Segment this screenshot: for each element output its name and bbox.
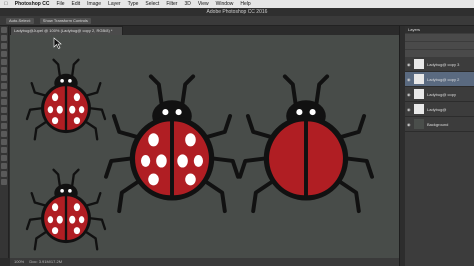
menu-type[interactable]: Type <box>128 1 139 7</box>
eye-icon[interactable]: ◉ <box>407 92 412 97</box>
layer-item[interactable]: ◉ Ladybug@ copy <box>405 87 474 102</box>
eyedropper-tool-icon[interactable] <box>1 67 7 73</box>
gradient-tool-icon[interactable] <box>1 115 7 121</box>
show-transform-checkbox[interactable]: Show Transform Controls <box>39 17 91 24</box>
layer-thumbnail <box>414 104 424 114</box>
stamp-tool-icon[interactable] <box>1 91 7 97</box>
auto-select-checkbox[interactable]: Auto-Select: <box>6 17 34 24</box>
layer-filter-row[interactable] <box>405 34 474 41</box>
eraser-tool-icon[interactable] <box>1 107 7 113</box>
layer-name: Background <box>427 121 449 127</box>
status-bar: 100% Doc: 3.91M/17.2M <box>10 258 399 266</box>
shape-tool-icon[interactable] <box>1 163 7 169</box>
layers-panel: Layers ◉ Ladybug@ copy 3 ◉ Ladybug@ copy… <box>405 26 474 266</box>
menu-select[interactable]: Select <box>145 1 159 7</box>
document-size: Doc: 3.91M/17.2M <box>29 259 63 264</box>
dodge-tool-icon[interactable] <box>1 131 7 137</box>
layer-item[interactable]: ◉ Background <box>405 117 474 132</box>
mouse-cursor-icon <box>53 37 62 49</box>
type-tool-icon[interactable] <box>1 147 7 153</box>
quick-select-tool-icon[interactable] <box>1 51 7 57</box>
menu-layer[interactable]: Layer <box>108 1 121 7</box>
path-select-tool-icon[interactable] <box>1 155 7 161</box>
menu-image[interactable]: Image <box>87 1 101 7</box>
crop-tool-icon[interactable] <box>1 59 7 65</box>
layer-item-selected[interactable]: ◉ Ladybug@ copy 2 <box>405 72 474 87</box>
layers-panel-title[interactable]: Layers <box>405 26 474 33</box>
layer-name: Ladybug@ copy 3 <box>427 61 460 67</box>
ladybug-small-top <box>25 58 107 141</box>
layer-item[interactable]: ◉ Ladybug@ copy 3 <box>405 57 474 72</box>
zoom-tool-icon[interactable] <box>1 179 7 185</box>
layer-name: Ladybug@ copy <box>427 91 456 97</box>
menu-window[interactable]: Window <box>216 1 234 7</box>
layer-item[interactable]: ◉ Ladybug@ <box>405 102 474 117</box>
eye-icon[interactable]: ◉ <box>407 122 412 127</box>
layer-thumbnail <box>414 89 424 99</box>
ladybug-large-plain <box>238 74 374 214</box>
eye-icon[interactable]: ◉ <box>407 107 412 112</box>
tools-panel <box>0 26 9 258</box>
menu-view[interactable]: View <box>198 1 209 7</box>
menu-photoshop[interactable]: Photoshop CC <box>15 1 50 7</box>
ladybug-large-spotted <box>104 74 240 214</box>
menu-file[interactable]: File <box>56 1 64 7</box>
layer-thumbnail <box>414 74 424 84</box>
blend-mode-row[interactable] <box>405 42 474 49</box>
move-tool-icon[interactable] <box>1 27 7 33</box>
ladybug-artwork <box>25 37 374 251</box>
window-titlebar: Adobe Photoshop CC 2016 <box>0 8 474 16</box>
eye-icon[interactable]: ◉ <box>407 62 412 67</box>
ladybug-small-bottom <box>25 168 107 251</box>
lasso-tool-icon[interactable] <box>1 43 7 49</box>
window-title: Adobe Photoshop CC 2016 <box>206 9 268 15</box>
mac-menubar:  Photoshop CC File Edit Image Layer Typ… <box>0 0 474 8</box>
lock-row[interactable] <box>405 50 474 57</box>
menu-filter[interactable]: Filter <box>166 1 177 7</box>
document-canvas[interactable] <box>10 35 399 258</box>
eye-icon[interactable]: ◉ <box>407 77 412 82</box>
healing-tool-icon[interactable] <box>1 75 7 81</box>
pen-tool-icon[interactable] <box>1 139 7 145</box>
brush-tool-icon[interactable] <box>1 83 7 89</box>
apple-icon[interactable]:  <box>4 1 8 7</box>
layer-thumbnail <box>414 119 424 129</box>
layer-thumbnail <box>414 59 424 69</box>
hand-tool-icon[interactable] <box>1 171 7 177</box>
blur-tool-icon[interactable] <box>1 123 7 129</box>
options-bar: Auto-Select: Show Transform Controls <box>0 16 474 26</box>
menu-help[interactable]: Help <box>240 1 250 7</box>
menu-3d[interactable]: 3D <box>184 1 190 7</box>
marquee-tool-icon[interactable] <box>1 35 7 41</box>
menu-edit[interactable]: Edit <box>72 1 81 7</box>
layer-name: Ladybug@ copy 2 <box>427 76 460 82</box>
zoom-level[interactable]: 100% <box>14 259 24 264</box>
layer-name: Ladybug@ <box>427 106 447 112</box>
history-brush-tool-icon[interactable] <box>1 99 7 105</box>
